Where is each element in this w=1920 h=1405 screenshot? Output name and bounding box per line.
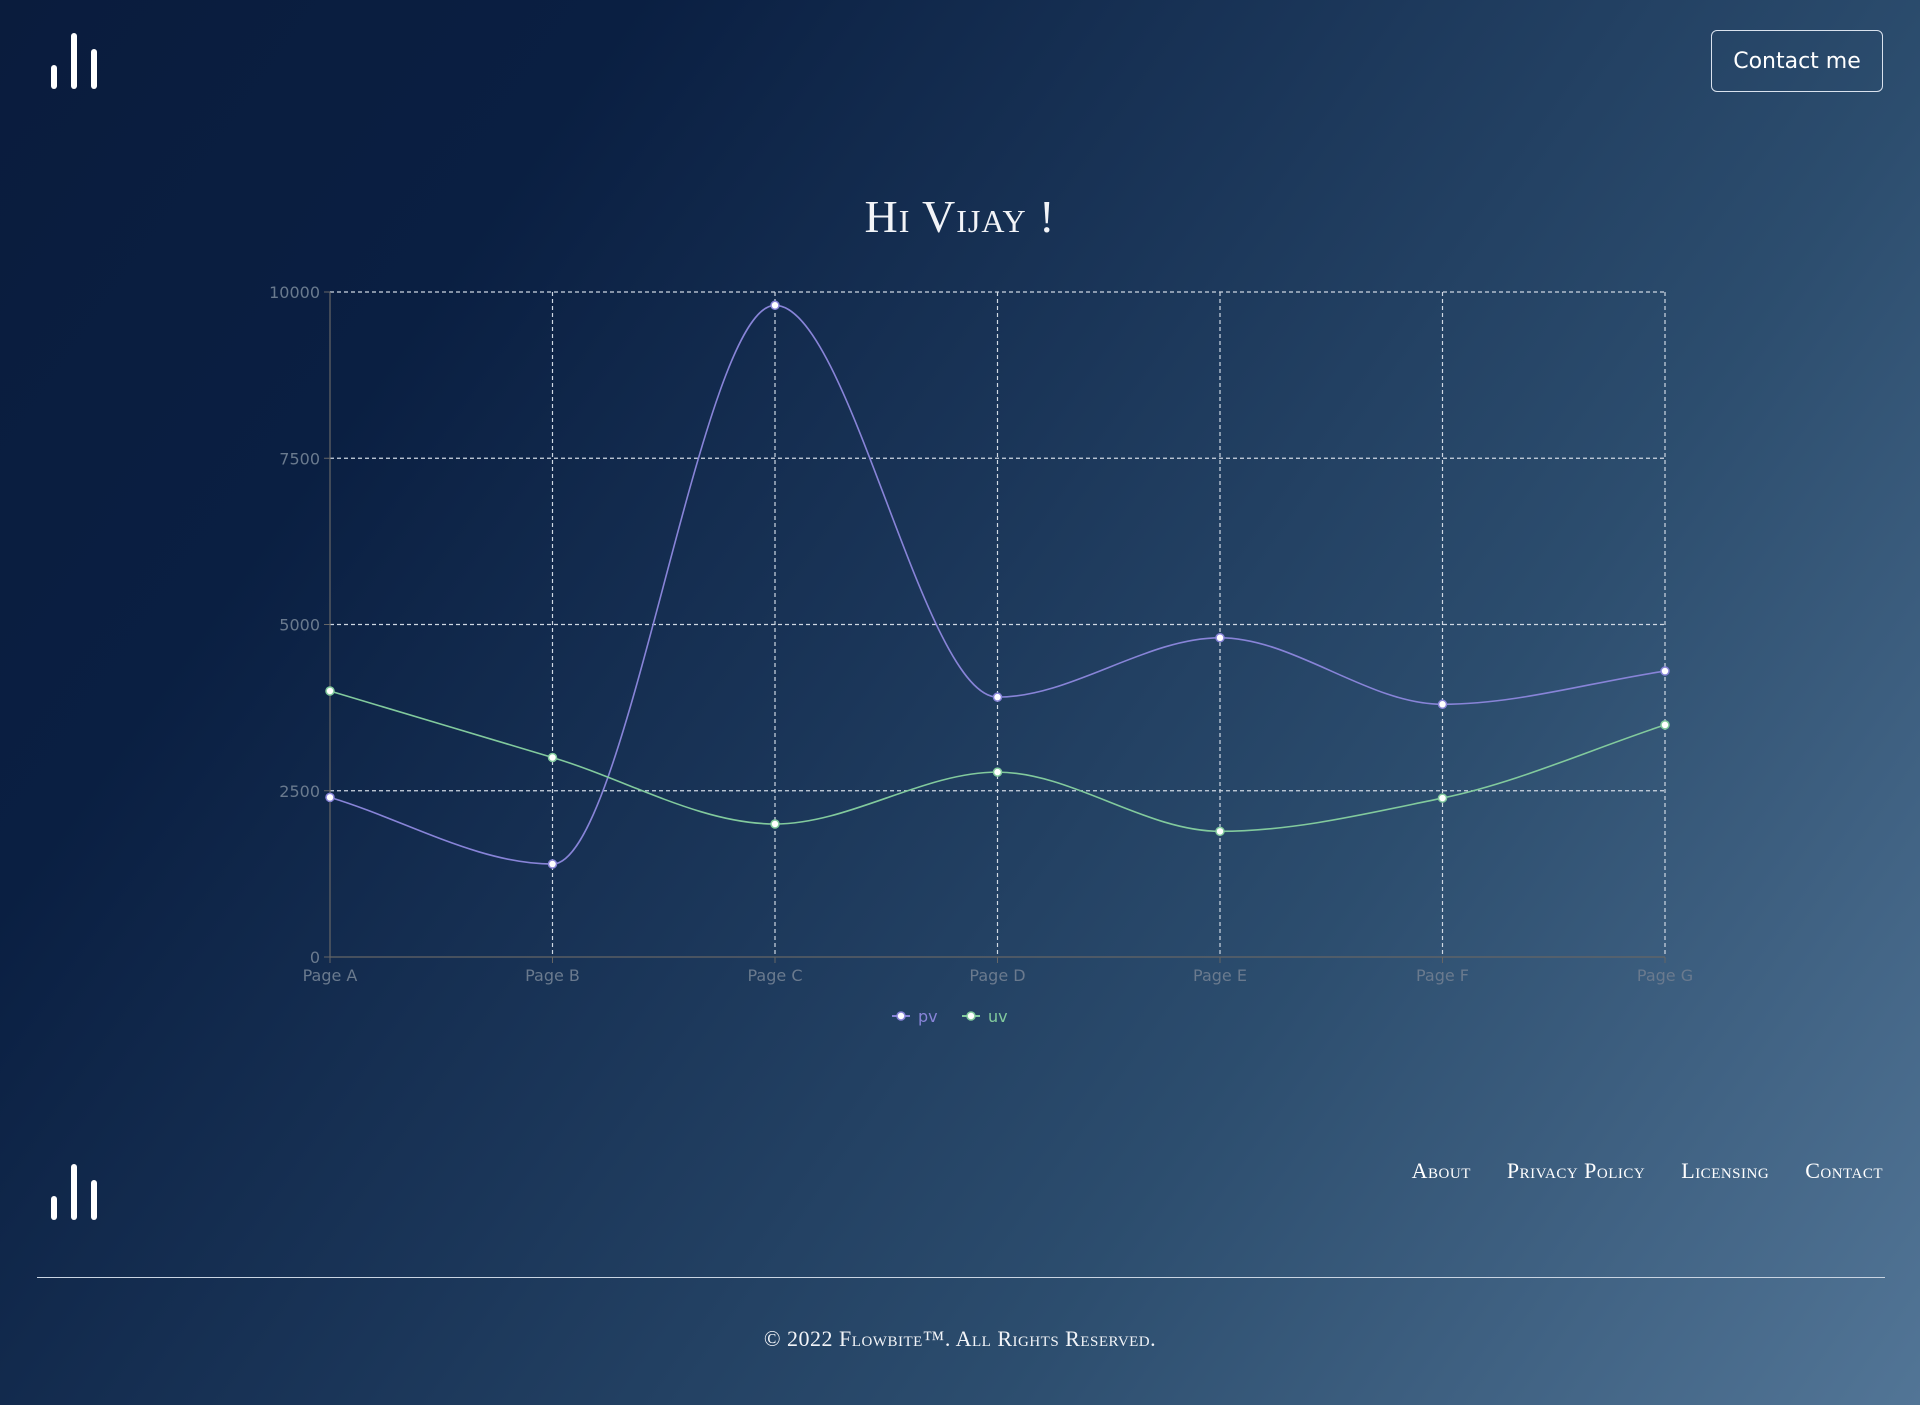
x-tick-label: Page F	[1416, 966, 1469, 985]
y-tick-label: 7500	[279, 449, 320, 468]
footer-link-privacy-policy[interactable]: Privacy Policy	[1507, 1158, 1645, 1184]
line-chart: 0 2500 5000 7500 10000 Page A Page B Page C Page…	[269, 283, 1693, 1026]
data-point-pv	[1660, 666, 1670, 676]
legend-label: uv	[988, 1007, 1008, 1026]
data-point-pv	[770, 300, 780, 311]
data-point-pv	[547, 859, 558, 869]
logo-bar	[91, 1180, 97, 1220]
data-point-pv	[325, 792, 335, 803]
x-tick-label: Page E	[1193, 966, 1247, 985]
legend-swatch-dot	[966, 1011, 976, 1021]
footer-link-contact[interactable]: Contact	[1805, 1158, 1883, 1184]
footer-link-licensing[interactable]: Licensing	[1681, 1158, 1769, 1184]
data-point-pv	[1437, 699, 1448, 710]
footer-link-about[interactable]: About	[1412, 1158, 1471, 1184]
legend-swatch-dot	[896, 1011, 906, 1021]
data-point-uv	[1215, 826, 1225, 837]
data-point-uv	[1437, 793, 1448, 803]
x-tick-label: Page G	[1637, 966, 1693, 985]
y-tick-label: 5000	[279, 616, 320, 635]
footer-divider	[37, 1277, 1885, 1278]
x-tick-label: Page A	[303, 966, 358, 985]
series-line-pv	[329, 304, 1666, 865]
logo-bar	[51, 1196, 57, 1220]
data-point-uv	[547, 752, 558, 763]
x-tick-label: Page D	[969, 966, 1025, 985]
data-point-uv	[770, 819, 780, 829]
legend-label: pv	[918, 1007, 938, 1026]
x-tick-label: Page B	[525, 966, 580, 985]
data-point-pv	[992, 692, 1003, 702]
y-tick-label: 2500	[279, 782, 320, 801]
data-point-uv	[1660, 720, 1670, 730]
data-point-uv	[325, 686, 335, 696]
footer-logo-icon[interactable]	[51, 1164, 97, 1220]
logo-bar	[71, 1164, 77, 1220]
data-point-pv	[1215, 633, 1225, 643]
y-tick-label: 0	[310, 948, 320, 967]
data-point-uv	[992, 767, 1003, 777]
x-tick-label: Page C	[748, 966, 803, 985]
footer-nav: About Privacy Policy Licensing Contact	[1412, 1158, 1883, 1184]
y-tick-label: 10000	[269, 283, 320, 302]
copyright-text: © 2022 Flowbite™. All Rights Reserved.	[763, 1326, 1157, 1351]
